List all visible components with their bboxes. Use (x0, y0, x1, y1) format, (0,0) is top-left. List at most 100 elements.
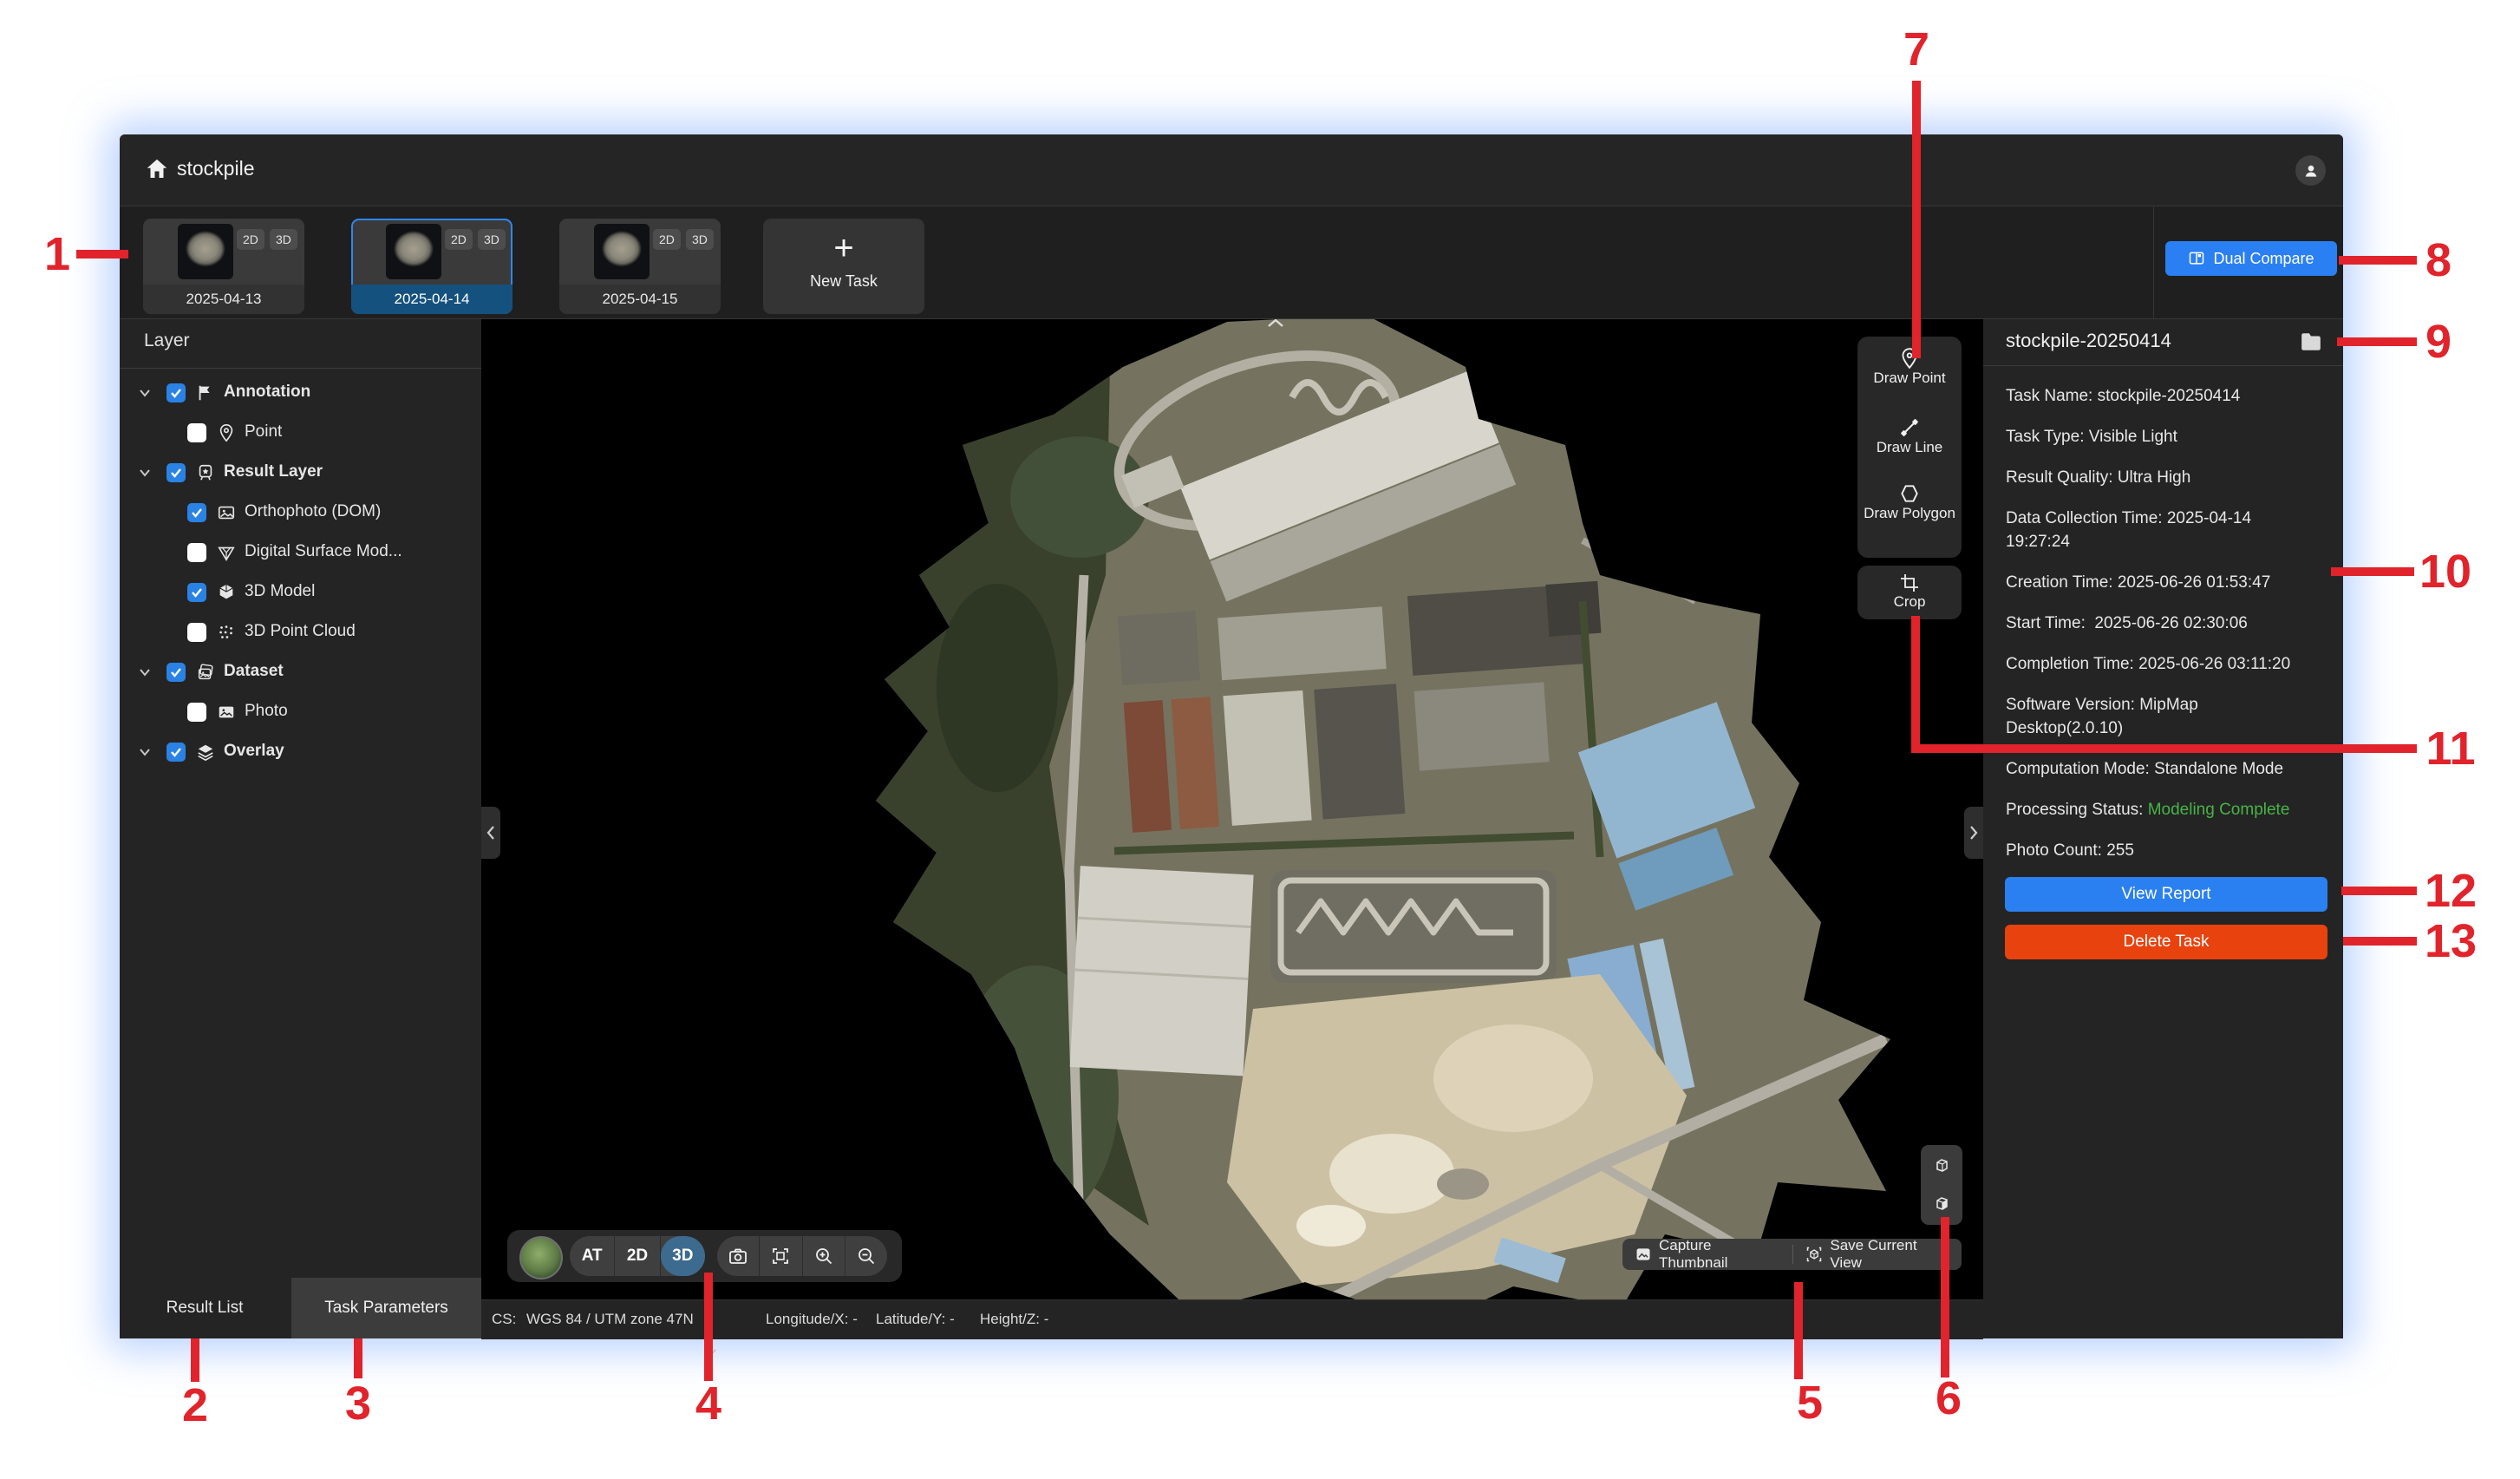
view-mode-segmented: AT 2D 3D (570, 1236, 705, 1276)
tab-task-parameters[interactable]: Task Parameters (291, 1278, 481, 1338)
layer-row-point-cloud[interactable]: 3D Point Cloud (120, 612, 481, 652)
checkbox-3d-model[interactable] (187, 583, 206, 602)
zoom-in-button[interactable] (803, 1236, 845, 1276)
task-card-2025-04-14-selected[interactable]: 2D 3D 2025-04-14 (351, 219, 512, 314)
annotation-line-1 (76, 250, 128, 258)
dual-compare-button[interactable]: Dual Compare (2165, 241, 2337, 276)
result-badge-icon (196, 463, 215, 482)
fit-extent-button[interactable] (760, 1236, 802, 1276)
chevron-down-icon[interactable] (139, 468, 151, 478)
layer-row-orthophoto[interactable]: Orthophoto (DOM) (120, 493, 481, 533)
layer-label: Photo (245, 702, 288, 721)
collapse-right-handle[interactable] (1964, 807, 1983, 859)
chevron-down-icon[interactable] (139, 388, 151, 398)
annotation-number-3: 3 (345, 1377, 371, 1430)
layer-label: Orthophoto (DOM) (245, 502, 381, 521)
annotation-line-2 (191, 1338, 199, 1382)
annotation-line-7 (1912, 81, 1921, 358)
task-card-label: 2025-04-14 (351, 285, 512, 314)
draw-polygon-icon (1898, 482, 1921, 505)
task-card-2025-04-13[interactable]: 2D 3D 2025-04-13 (143, 219, 304, 314)
field-computation-mode: Computation Mode: Standalone Mode (2006, 757, 2328, 781)
new-task-label: New Task (763, 272, 924, 291)
user-avatar-icon[interactable] (2295, 155, 2326, 186)
annotation-line-10 (2331, 567, 2414, 576)
orthophoto-image-icon (217, 503, 236, 522)
draw-polygon-button[interactable]: Draw Polygon (1857, 482, 1962, 552)
save-view-icon (1805, 1246, 1823, 1263)
checkbox-overlay[interactable] (166, 743, 186, 762)
latitude-readout: Latitude/Y: - (876, 1311, 955, 1328)
model-display-buttons (1921, 1145, 1962, 1225)
field-photo-count: Photo Count: 255 (2006, 839, 2328, 862)
chevron-down-icon[interactable] (139, 747, 151, 757)
draw-line-label: Draw Line (1857, 439, 1962, 456)
annotation-line-5 (1794, 1282, 1803, 1379)
layer-label: Overlay (224, 742, 284, 761)
save-current-view-label: Save Current View (1830, 1237, 1949, 1272)
field-software-version: Software Version: MipMap Desktop(2.0.10) (2006, 693, 2218, 740)
checkbox-photo[interactable] (187, 703, 206, 722)
draw-polygon-label: Draw Polygon (1857, 505, 1962, 522)
divider (1983, 365, 2343, 366)
draw-line-button[interactable]: Draw Line (1857, 416, 1962, 486)
crs-selector[interactable]: WGS 84 / UTM zone 47N (526, 1311, 694, 1328)
layer-row-dsm[interactable]: Digital Surface Mod... (120, 533, 481, 573)
badge-2d: 2D (445, 229, 473, 250)
layer-row-point[interactable]: Point (120, 413, 481, 453)
crop-icon (1899, 573, 1920, 593)
map-viewport[interactable] (481, 319, 1983, 1338)
layer-row-overlay[interactable]: Overlay (120, 732, 481, 772)
task-thumbnail (386, 224, 441, 279)
checkbox-point-cloud[interactable] (187, 623, 206, 642)
checkbox-annotation[interactable] (166, 383, 186, 402)
capture-thumbnail-button[interactable]: Capture Thumbnail (1622, 1239, 1792, 1270)
annotation-line-11-vertical (1911, 616, 1920, 753)
layer-row-3d-model[interactable]: 3D Model (120, 573, 481, 612)
mode-2d-button[interactable]: 2D (615, 1236, 660, 1276)
checkbox-dataset[interactable] (166, 663, 186, 682)
checkbox-dsm[interactable] (187, 543, 206, 562)
checkbox-orthophoto[interactable] (187, 503, 206, 522)
save-current-view-button[interactable]: Save Current View (1793, 1239, 1962, 1270)
collapse-left-handle[interactable] (481, 807, 500, 859)
tab-result-list[interactable]: Result List (120, 1278, 290, 1338)
task-thumbnail-wrap: 2D 3D (143, 219, 304, 285)
view-report-button[interactable]: View Report (2005, 877, 2327, 912)
badge-2d: 2D (237, 229, 264, 250)
mode-at-button[interactable]: AT (570, 1236, 615, 1276)
orthophoto-3d-view (819, 319, 1895, 1325)
layer-row-photo[interactable]: Photo (120, 692, 481, 732)
crop-button[interactable]: Crop (1857, 566, 1962, 619)
textured-cube-button[interactable] (1924, 1187, 1959, 1221)
layer-row-dataset[interactable]: Dataset (120, 652, 481, 692)
left-bottom-tabs: Result List Task Parameters (120, 1278, 481, 1338)
mode-3d-button[interactable]: 3D (661, 1236, 705, 1276)
wireframe-cube-button[interactable] (1924, 1149, 1959, 1183)
draw-point-button[interactable]: Draw Point (1857, 347, 1962, 416)
annotation-line-12 (2341, 887, 2417, 895)
chevron-down-icon[interactable] (139, 667, 151, 677)
annotation-number-4: 4 (695, 1377, 721, 1430)
home-icon[interactable] (144, 156, 170, 182)
dataset-photos-icon (196, 663, 215, 682)
height-readout: Height/Z: - (980, 1311, 1048, 1328)
collapse-up-icon[interactable] (1265, 319, 1286, 330)
screenshot-camera-button[interactable] (717, 1236, 760, 1276)
delete-task-button[interactable]: Delete Task (2005, 925, 2327, 959)
dual-compare-label: Dual Compare (2213, 250, 2314, 268)
layer-label: Digital Surface Mod... (245, 542, 402, 561)
layer-row-result-layer[interactable]: Result Layer (120, 453, 481, 493)
basemap-thumbnail-button[interactable] (519, 1236, 563, 1279)
layer-row-annotation[interactable]: Annotation (120, 373, 481, 413)
task-card-2025-04-15[interactable]: 2D 3D 2025-04-15 (559, 219, 721, 314)
top-bar: stockpile (120, 134, 2343, 206)
new-task-button[interactable]: + New Task (763, 219, 924, 314)
checkbox-point[interactable] (187, 423, 206, 442)
checkbox-result-layer[interactable] (166, 463, 186, 482)
folder-icon[interactable] (2300, 332, 2322, 351)
annotation-line-13 (2343, 937, 2417, 946)
zoom-out-button[interactable] (845, 1236, 887, 1276)
task-thumbnail-wrap: 2D 3D (351, 219, 512, 285)
badge-3d: 3D (686, 229, 714, 250)
